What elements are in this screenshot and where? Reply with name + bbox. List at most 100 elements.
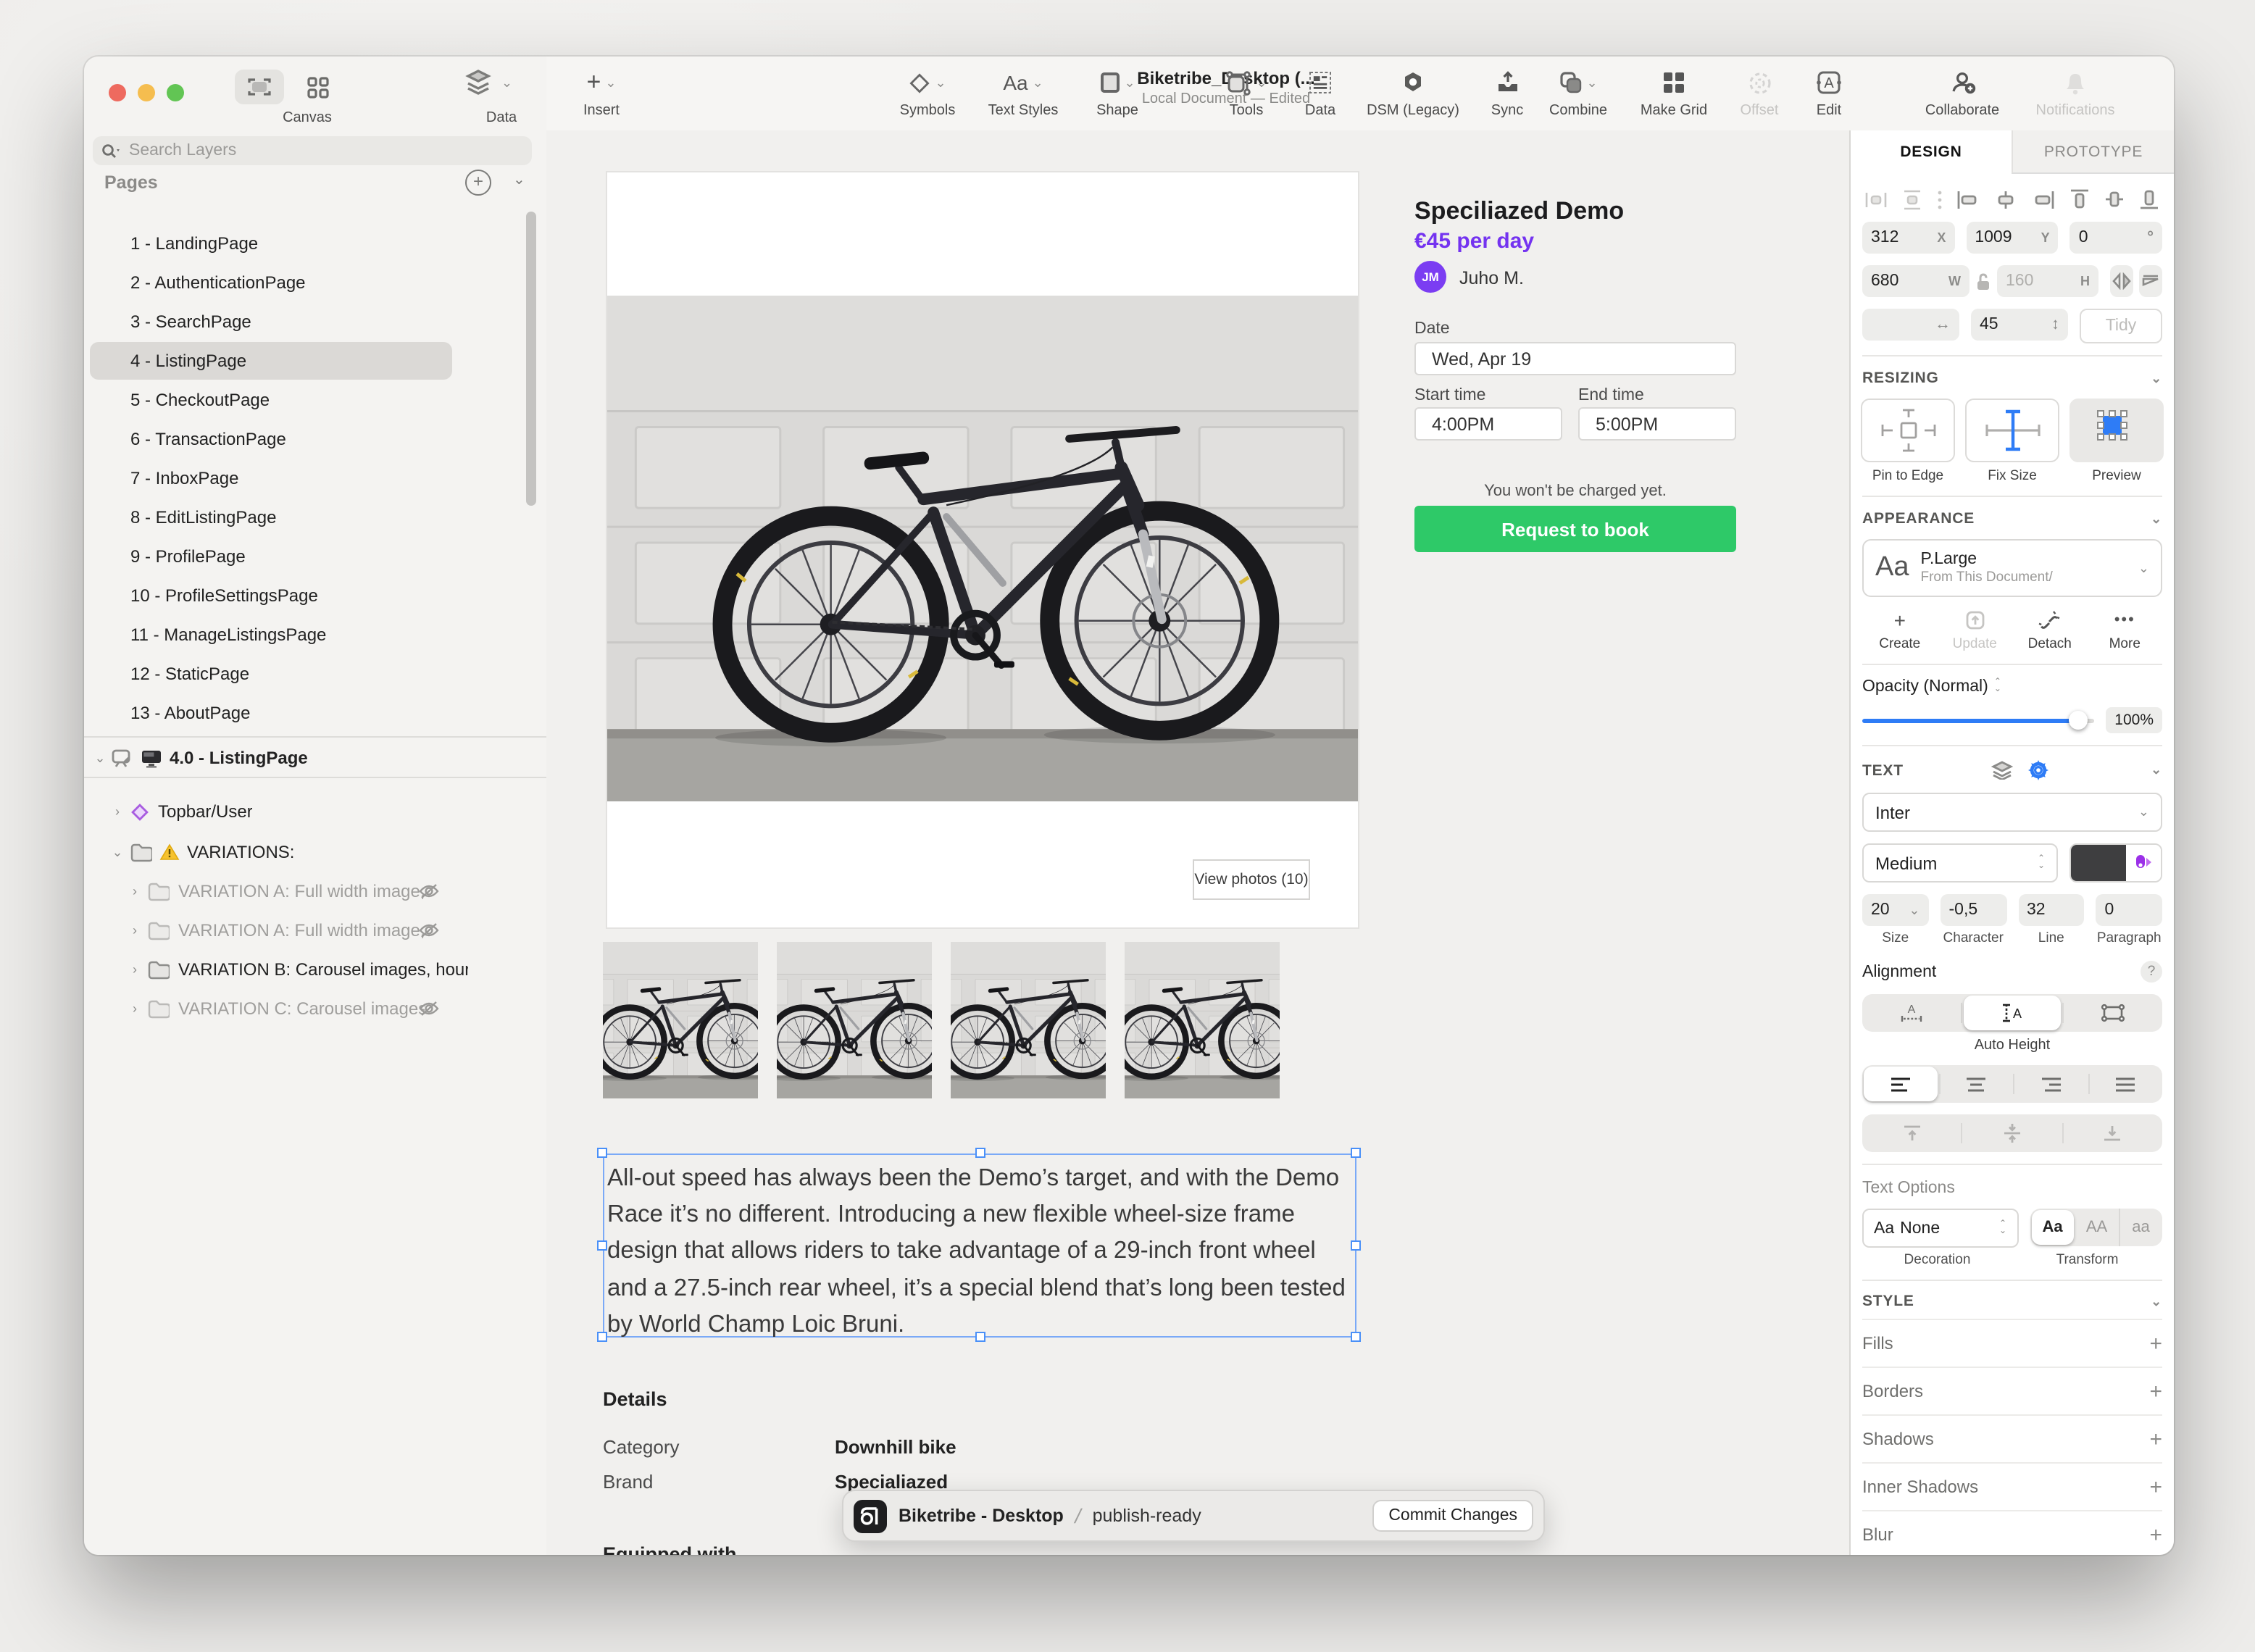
design-canvas[interactable]: View photos (10) All-out speed has alway… — [546, 130, 1849, 1555]
chevron-right-icon[interactable]: › — [128, 1001, 142, 1016]
auto-width-option[interactable]: A — [1862, 994, 1960, 1032]
align-center-horizontal-icon[interactable] — [1994, 189, 2017, 209]
transform-none-option[interactable]: Aa — [2031, 1210, 2074, 1245]
layer-symbol-row[interactable]: › Topbar/User — [84, 793, 546, 830]
character-spacing-field[interactable]: -0,5 — [1941, 894, 2007, 926]
selection-handle[interactable] — [597, 1332, 607, 1342]
selection-handle[interactable] — [1351, 1240, 1361, 1251]
create-style-button[interactable]: +Create — [1862, 609, 1938, 652]
data-toggle[interactable]: ⌄ — [464, 70, 512, 96]
distribute-vertically-icon[interactable] — [1901, 189, 1923, 209]
flip-vertical-button[interactable] — [2139, 265, 2162, 297]
photo-thumbnail[interactable] — [951, 942, 1106, 1098]
align-bottom-icon[interactable] — [2139, 188, 2159, 210]
layer-variation-row[interactable]: › VARIATION C: Carousel images, purch… — [84, 990, 546, 1027]
text-styles-layers-icon[interactable] — [1991, 761, 2012, 780]
align-text-right-option[interactable] — [2014, 1065, 2088, 1103]
canvas-view-button[interactable] — [235, 70, 284, 104]
search-layers-input[interactable] — [126, 141, 465, 161]
chevron-right-icon[interactable]: › — [128, 923, 142, 938]
selection-handle[interactable] — [975, 1332, 985, 1342]
sidebar-page-item[interactable]: 6 - TransactionPage — [90, 420, 452, 458]
opacity-slider[interactable] — [1862, 718, 2094, 722]
horizontal-spacing-field[interactable]: ↔ — [1862, 309, 1959, 341]
add-fill-button[interactable]: + — [2149, 1331, 2162, 1356]
add-inner-shadow-button[interactable]: + — [2149, 1474, 2162, 1499]
minimize-window-button[interactable] — [138, 84, 155, 101]
add-shadow-button[interactable]: + — [2149, 1427, 2162, 1451]
sidebar-page-item[interactable]: 2 - AuthenticationPage — [90, 264, 452, 301]
resizing-header[interactable]: RESIZING⌄ — [1862, 370, 2162, 387]
line-height-field[interactable]: 32 — [2018, 894, 2085, 926]
layer-artboard-row[interactable]: ⌄ 4.0 - ListingPage — [84, 739, 546, 777]
add-blur-button[interactable]: + — [2149, 1522, 2162, 1547]
commit-changes-button[interactable]: Commit Changes — [1372, 1500, 1533, 1532]
vertical-spacing-field[interactable]: 45↕ — [1971, 309, 2068, 341]
font-family-select[interactable]: Inter⌄ — [1862, 793, 2162, 832]
selection-handle[interactable] — [597, 1240, 607, 1251]
layer-variation-row[interactable]: › VARIATION A: Full width image, daily… — [84, 911, 546, 949]
text-style-dropdown[interactable]: Aa P.Large From This Document/ ⌄ — [1862, 539, 2162, 597]
collaborate-button[interactable]: Collaborate — [1897, 65, 2027, 119]
sidebar-page-item[interactable]: 10 - ProfileSettingsPage — [90, 577, 452, 614]
stepper-icon[interactable]: ⌃⌄ — [1994, 680, 2001, 694]
transform-lowercase-option[interactable]: aa — [2118, 1209, 2162, 1246]
pages-collapse-chevron-icon[interactable]: ⌄ — [513, 172, 525, 188]
add-page-button[interactable]: + — [465, 170, 491, 196]
chevron-right-icon[interactable]: › — [128, 884, 142, 898]
selection-handle[interactable] — [975, 1148, 985, 1158]
layer-folder-row[interactable]: ⌄ VARIATIONS: — [84, 833, 546, 871]
photo-thumbnail[interactable] — [603, 942, 758, 1098]
request-to-book-button[interactable]: Request to book — [1414, 506, 1736, 552]
text-color-control[interactable] — [2069, 843, 2162, 883]
insert-button[interactable]: +⌄ Insert — [536, 65, 667, 119]
listing-description-textlayer[interactable]: All-out speed has always been the Demo’s… — [603, 1154, 1356, 1338]
text-settings-gear-icon[interactable] — [2027, 759, 2048, 781]
text-section-header[interactable]: TEXT ⌄ — [1862, 759, 2162, 781]
appearance-header[interactable]: APPEARANCE⌄ — [1862, 510, 2162, 527]
layer-variation-row[interactable]: › VARIATION A: Full width image, daily… — [84, 872, 546, 910]
photo-thumbnail[interactable] — [1125, 942, 1280, 1098]
sidebar-page-item[interactable]: 11 - ManageListingsPage — [90, 616, 452, 654]
x-position-field[interactable]: 312X — [1862, 222, 1954, 254]
eye-slash-icon[interactable] — [419, 922, 439, 939]
align-bottom-text-option[interactable] — [2063, 1114, 2162, 1152]
sidebar-page-item-selected[interactable]: 4 - ListingPage — [90, 342, 452, 380]
tab-prototype[interactable]: PROTOTYPE — [2012, 130, 2174, 174]
sidebar-page-item[interactable]: 1 - LandingPage — [90, 225, 452, 262]
decoration-select[interactable]: Aa None ⌃⌄ — [1862, 1209, 2018, 1248]
align-text-left-option[interactable] — [1864, 1067, 1937, 1101]
sidebar-page-item[interactable]: 7 - InboxPage — [90, 459, 452, 497]
zoom-window-button[interactable] — [167, 84, 184, 101]
host-avatar[interactable]: JM — [1414, 261, 1446, 293]
rotation-field[interactable]: 0° — [2070, 222, 2162, 254]
font-size-field[interactable]: 20⌄ — [1862, 894, 1929, 926]
justify-text-option[interactable] — [2089, 1065, 2162, 1103]
distribute-horizontally-icon[interactable] — [1865, 189, 1887, 209]
edit-button[interactable]: A Edit — [1764, 65, 1894, 119]
color-variable-pin-icon[interactable] — [2126, 845, 2161, 881]
photo-thumbnail[interactable] — [777, 942, 932, 1098]
help-icon[interactable]: ? — [2141, 961, 2162, 983]
eye-slash-icon[interactable] — [419, 883, 439, 900]
sidebar-page-item[interactable]: 12 - StaticPage — [90, 655, 452, 693]
align-text-center-option[interactable] — [1940, 1065, 2013, 1103]
chevron-right-icon[interactable]: › — [110, 804, 125, 819]
auto-height-option[interactable]: A — [1963, 996, 2061, 1030]
close-window-button[interactable] — [109, 84, 126, 101]
pages-scrollbar[interactable] — [526, 212, 536, 506]
opacity-slider-knob[interactable] — [2069, 711, 2088, 730]
width-field[interactable]: 680W — [1862, 265, 1970, 297]
sidebar-page-item[interactable]: 5 - CheckoutPage — [90, 381, 452, 419]
sidebar-page-item[interactable]: 8 - EditListingPage — [90, 498, 452, 536]
transform-uppercase-option[interactable]: AA — [2075, 1209, 2118, 1246]
sidebar-page-item[interactable]: 9 - ProfilePage — [90, 538, 452, 575]
components-view-button[interactable] — [293, 70, 342, 104]
paragraph-spacing-field[interactable]: 0 — [2096, 894, 2163, 926]
fix-size-option[interactable]: Fix Size — [1967, 399, 2058, 484]
align-middle-text-option[interactable] — [1963, 1114, 2062, 1152]
align-left-icon[interactable] — [1956, 189, 1980, 209]
start-time-input[interactable]: 4:00PM — [1414, 407, 1562, 441]
shape-button[interactable]: ⌄ Shape — [1052, 65, 1183, 119]
selection-handle[interactable] — [1351, 1332, 1361, 1342]
